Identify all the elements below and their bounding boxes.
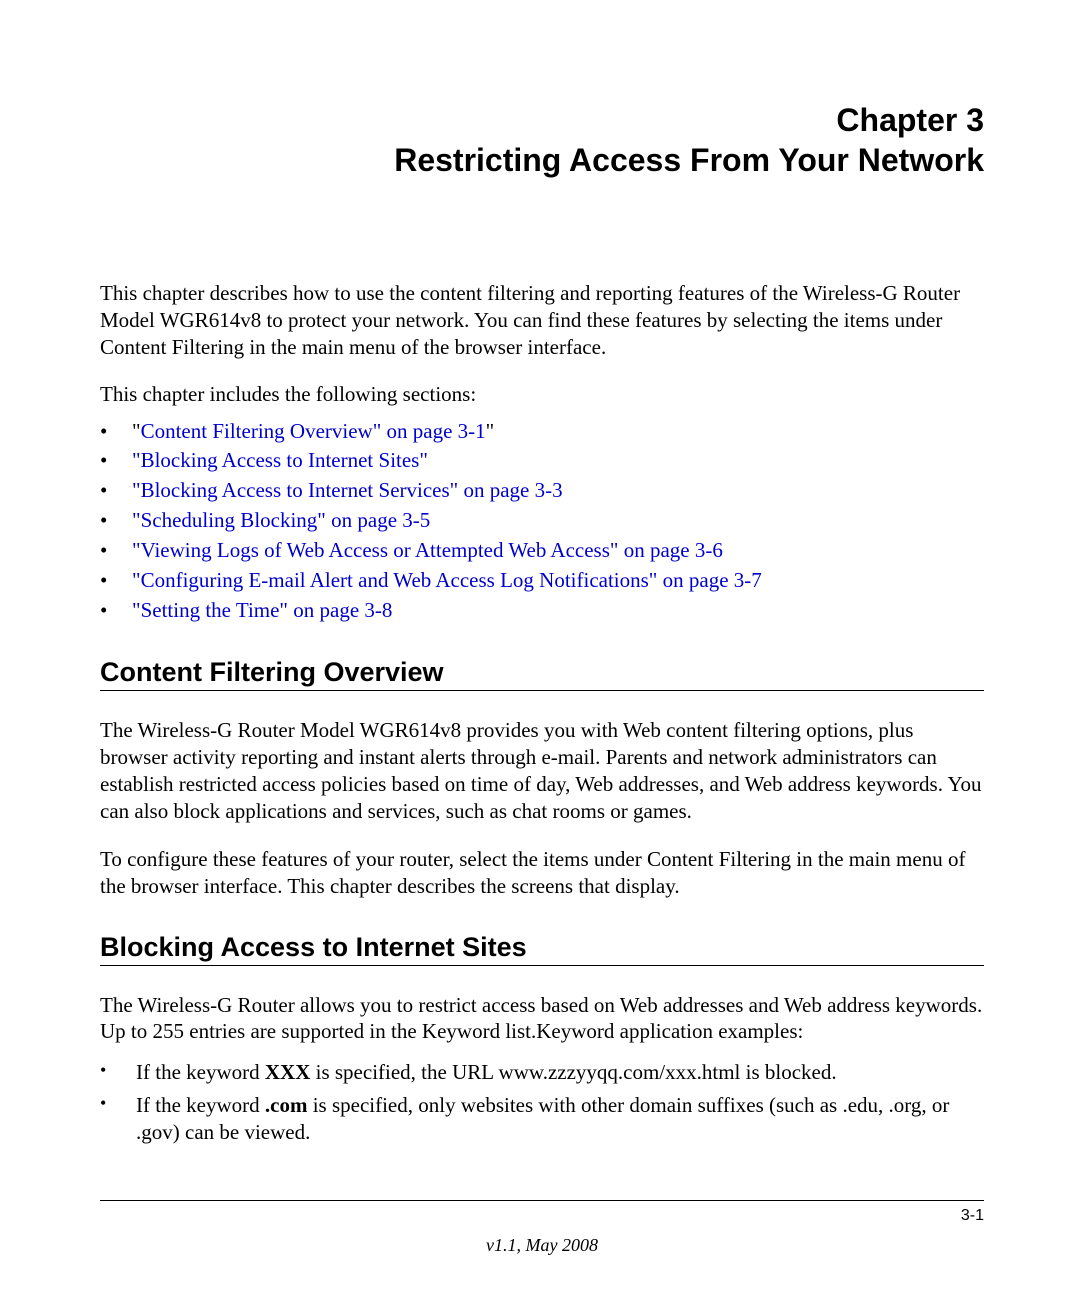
toc-link[interactable]: Content Filtering Overview" on page 3-1 xyxy=(141,419,486,443)
example-list: If the keyword XXX is specified, the URL… xyxy=(100,1059,984,1146)
toc-link[interactable]: "Blocking Access to Internet Sites" xyxy=(132,448,428,472)
toc-item: "Scheduling Blocking" on page 3-5 xyxy=(100,506,984,536)
page-number: 3-1 xyxy=(100,1207,984,1225)
toc-item: "Blocking Access to Internet Services" o… xyxy=(100,476,984,506)
chapter-number: Chapter 3 xyxy=(100,100,984,140)
version-label: v1.1, May 2008 xyxy=(100,1235,984,1256)
toc-item: "Viewing Logs of Web Access or Attempted… xyxy=(100,536,984,566)
section1-paragraph: The Wireless-G Router Model WGR614v8 pro… xyxy=(100,717,984,825)
chapter-title-block: Chapter 3 Restricting Access From Your N… xyxy=(100,100,984,180)
section-heading-content-filtering: Content Filtering Overview xyxy=(100,657,984,688)
sections-intro: This chapter includes the following sect… xyxy=(100,382,984,407)
example-keyword: .com xyxy=(265,1093,308,1117)
page-footer: 3-1 v1.1, May 2008 xyxy=(100,1200,984,1256)
section-rule xyxy=(100,965,984,966)
intro-paragraph: This chapter describes how to use the co… xyxy=(100,280,984,361)
section-heading-blocking-sites: Blocking Access to Internet Sites xyxy=(100,932,984,963)
toc-link[interactable]: "Scheduling Blocking" on page 3-5 xyxy=(132,508,430,532)
example-item: If the keyword .com is specified, only w… xyxy=(100,1092,984,1146)
section1-paragraph: To configure these features of your rout… xyxy=(100,846,984,900)
section2-paragraph: The Wireless-G Router allows you to rest… xyxy=(100,992,984,1046)
toc-item: "Content Filtering Overview" on page 3-1… xyxy=(100,417,984,447)
toc-link[interactable]: "Blocking Access to Internet Services" o… xyxy=(132,478,563,502)
example-text: is specified, the URL www.zzzyyqq.com/xx… xyxy=(310,1060,836,1084)
toc-prefix: " xyxy=(132,419,141,443)
toc-item: "Blocking Access to Internet Sites" xyxy=(100,446,984,476)
example-text: If the keyword xyxy=(136,1093,265,1117)
toc-list: "Content Filtering Overview" on page 3-1… xyxy=(100,417,984,626)
toc-link[interactable]: "Configuring E-mail Alert and Web Access… xyxy=(132,568,762,592)
example-item: If the keyword XXX is specified, the URL… xyxy=(100,1059,984,1086)
footer-rule xyxy=(100,1200,984,1201)
toc-item: "Setting the Time" on page 3-8 xyxy=(100,596,984,626)
toc-item: "Configuring E-mail Alert and Web Access… xyxy=(100,566,984,596)
section-rule xyxy=(100,690,984,691)
example-keyword: XXX xyxy=(265,1060,311,1084)
toc-link[interactable]: "Setting the Time" on page 3-8 xyxy=(132,598,392,622)
page-container: Chapter 3 Restricting Access From Your N… xyxy=(0,0,1080,1296)
toc-link[interactable]: "Viewing Logs of Web Access or Attempted… xyxy=(132,538,723,562)
chapter-title: Restricting Access From Your Network xyxy=(100,140,984,180)
toc-suffix: " xyxy=(486,419,495,443)
example-text: If the keyword xyxy=(136,1060,265,1084)
